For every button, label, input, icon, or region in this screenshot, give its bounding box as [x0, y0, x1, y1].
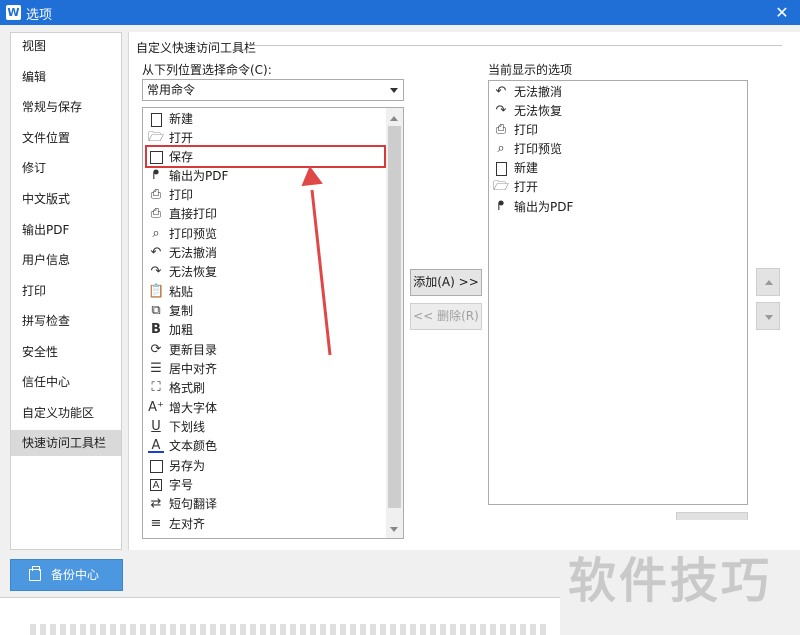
- background-document-strip: [0, 597, 560, 635]
- annotation-arrow: [301, 165, 332, 356]
- watermark-text: 软件技巧: [568, 553, 773, 609]
- background-text-fragment: [30, 624, 550, 635]
